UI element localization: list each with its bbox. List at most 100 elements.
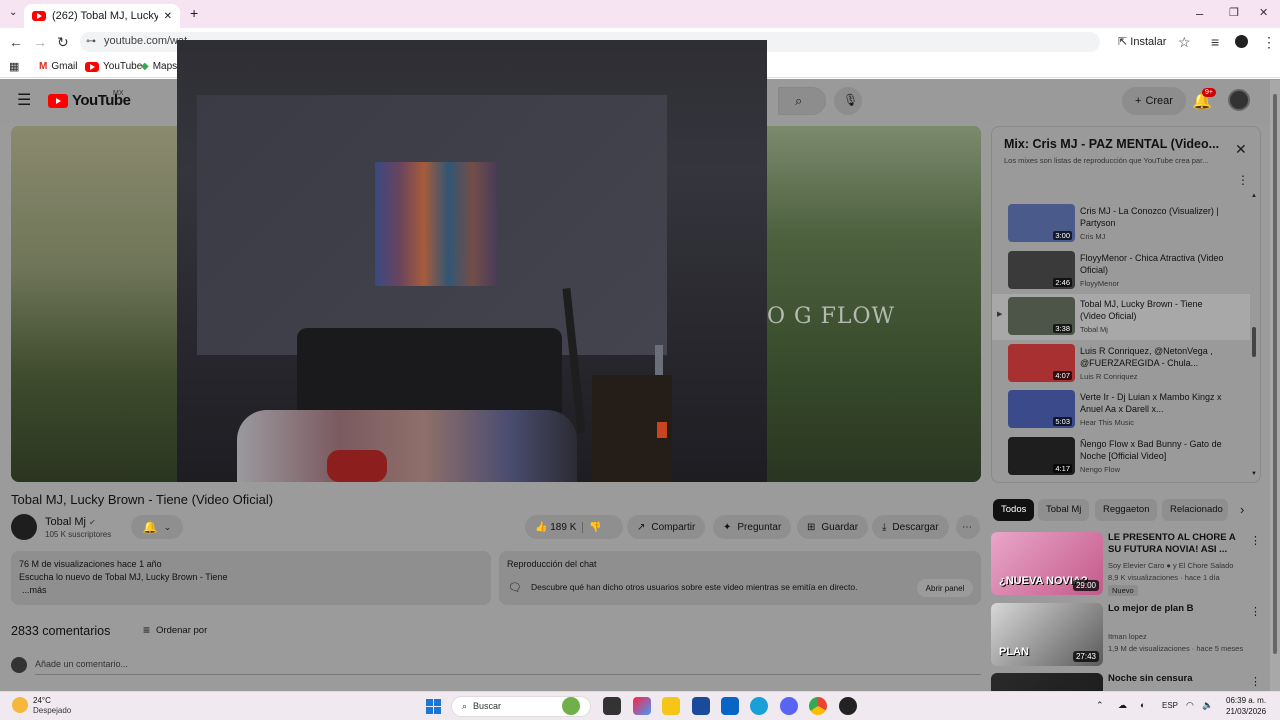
recommended-more-icon[interactable]: ⋮ bbox=[1250, 675, 1261, 688]
tray-cloud-icon[interactable]: ☁ bbox=[1118, 700, 1127, 711]
account-avatar[interactable] bbox=[1228, 89, 1250, 111]
recommended-duration: 27:43 bbox=[1072, 651, 1099, 662]
new-tab-icon[interactable]: + bbox=[190, 5, 198, 21]
download-button[interactable]: ⤓ Descargar bbox=[872, 515, 949, 539]
page-scrollbar-thumb[interactable] bbox=[1273, 94, 1277, 654]
add-comment-input[interactable]: Añade un comentario... bbox=[35, 659, 981, 675]
chrome-icon[interactable] bbox=[809, 697, 827, 715]
share-button[interactable]: ↗ Compartir bbox=[627, 515, 706, 539]
playlist-item[interactable]: 5:03 Verte Ir - Dj Luian x Mambo Kingz x … bbox=[992, 387, 1250, 433]
task-view-icon[interactable] bbox=[603, 697, 621, 715]
playlist-item[interactable]: ▶ 3:38 Tobal MJ, Lucky Brown - Tiene (Vide… bbox=[992, 294, 1250, 340]
voice-search-button[interactable]: 🎙 bbox=[834, 87, 862, 115]
bookmark-youtube[interactable]: YouTube bbox=[85, 61, 142, 72]
chips-next-chevron-icon[interactable]: › bbox=[1240, 502, 1244, 517]
browser-menu-icon[interactable]: ⋮ bbox=[1262, 34, 1276, 51]
like-button[interactable]: 👍 189 K bbox=[535, 522, 576, 533]
copilot-icon[interactable] bbox=[633, 697, 651, 715]
bookmark-gmail[interactable]: M Gmail bbox=[39, 61, 77, 72]
recommended-more-icon[interactable]: ⋮ bbox=[1250, 605, 1261, 618]
search-button[interactable]: ⌕ bbox=[778, 87, 826, 115]
playlist-scrollbar-thumb[interactable] bbox=[1252, 327, 1256, 357]
tray-chevron-icon[interactable]: ⌃ bbox=[1096, 700, 1104, 711]
file-explorer-icon[interactable] bbox=[662, 697, 680, 715]
chip-all[interactable]: Todos bbox=[993, 499, 1035, 521]
temperature[interactable]: 24°C bbox=[33, 696, 51, 705]
playlist-scroll-up-icon[interactable]: ▲ bbox=[1251, 193, 1257, 199]
playlist-title[interactable]: Mix: Cris MJ - PAZ MENTAL (Video... bbox=[1004, 137, 1219, 151]
chip-related[interactable]: Relacionado bbox=[1162, 499, 1228, 521]
close-window-icon[interactable]: ✕ bbox=[1259, 6, 1268, 19]
maximize-icon[interactable]: ❐ bbox=[1229, 6, 1239, 19]
apps-grid-icon[interactable]: ▦ bbox=[9, 60, 19, 73]
input-language[interactable]: ESP bbox=[1162, 701, 1178, 710]
playlist-scroll-down-icon[interactable]: ▼ bbox=[1251, 471, 1257, 477]
profile-avatar[interactable] bbox=[1235, 35, 1248, 48]
tab-list-chevron-icon[interactable]: ⌄ bbox=[9, 7, 17, 18]
bookmark-star-icon[interactable]: ☆ bbox=[1178, 34, 1191, 51]
wifi-icon[interactable]: ◠ bbox=[1186, 700, 1194, 711]
playlist-item[interactable]: 4:07 Luis R Conriquez, @NetonVega , @FUER… bbox=[992, 341, 1250, 387]
subscription-bell-button[interactable]: 🔔 ⌄ bbox=[131, 515, 183, 539]
store-icon[interactable] bbox=[692, 697, 710, 715]
close-tab-icon[interactable]: ✕ bbox=[164, 11, 172, 22]
reload-icon[interactable]: ↻ bbox=[57, 34, 69, 51]
recommended-more-icon[interactable]: ⋮ bbox=[1250, 534, 1261, 547]
tray-shield-icon[interactable]: ◐ bbox=[1140, 700, 1145, 710]
more-actions-button[interactable]: ⋯ bbox=[956, 515, 980, 539]
verified-check-icon: ✔ bbox=[89, 518, 96, 527]
site-info-icon[interactable]: ⊶ bbox=[86, 36, 96, 47]
description-text: Escucha lo nuevo de Tobal MJ, Lucky Brow… bbox=[19, 572, 228, 582]
view-stats: 76 M de visualizaciones hace 1 año bbox=[19, 559, 162, 569]
playlist-item[interactable]: 2:46 FloyyMenor - Chica Atractiva (Video … bbox=[992, 248, 1250, 294]
menu-hamburger-icon[interactable]: ☰ bbox=[17, 90, 31, 110]
recommended-video[interactable]: Noche sin censura ⋮ bbox=[991, 673, 1261, 691]
recommended-channel: Soy Elevier Caro ● y El Chore Salado bbox=[1108, 561, 1234, 570]
chip-channel[interactable]: Tobal Mj bbox=[1038, 499, 1090, 521]
chip-reggaeton[interactable]: Reggaeton bbox=[1095, 499, 1158, 521]
sort-comments-button[interactable]: ≡ Ordenar por bbox=[143, 623, 207, 637]
weather-condition[interactable]: Despejado bbox=[33, 706, 71, 715]
download-icon: ⤓ bbox=[882, 521, 887, 533]
bookmark-maps[interactable]: ◆ Maps bbox=[141, 61, 177, 72]
recommended-video[interactable]: ¿NUEVA NOVIA? 29:00 LE PRESENTO AL CHORE A… bbox=[991, 532, 1261, 602]
volume-icon[interactable]: 🔈 bbox=[1202, 700, 1213, 711]
channel-name[interactable]: Tobal Mj ✔ bbox=[45, 516, 96, 528]
playlist-item[interactable]: 3:00 Cris MJ - La Conozco (Visualizer) | … bbox=[992, 201, 1250, 247]
dislike-button[interactable]: 👎 bbox=[582, 521, 602, 533]
description-box[interactable]: 76 M de visualizaciones hace 1 año Escuc… bbox=[11, 551, 491, 605]
channel-avatar[interactable] bbox=[11, 514, 37, 540]
start-button[interactable] bbox=[426, 699, 441, 714]
show-more-link[interactable]: ...más bbox=[19, 584, 483, 597]
weather-sun-icon[interactable] bbox=[12, 697, 28, 713]
recommended-video[interactable]: PLAN 27:43 Lo mejor de plan B Itman lopez 1,… bbox=[991, 603, 1261, 673]
reading-list-icon[interactable]: ≡ bbox=[1211, 34, 1219, 50]
close-playlist-icon[interactable]: ✕ bbox=[1235, 141, 1247, 158]
minimize-icon[interactable]: – bbox=[1196, 6, 1203, 21]
discord-icon[interactable] bbox=[780, 697, 798, 715]
edge-icon[interactable] bbox=[750, 697, 768, 715]
install-app-button[interactable]: ⇱ Instalar bbox=[1118, 35, 1166, 48]
playlist-item[interactable]: 4:17 Ñengo Flow x Bad Bunny - Gato de Noc… bbox=[992, 434, 1250, 480]
webcam-overlay-window[interactable] bbox=[177, 40, 767, 482]
browser-tab-bar: ⌄ (262) Tobal MJ, Lucky Brown - ✕ + – ❐ … bbox=[0, 0, 1280, 28]
forward-icon[interactable]: → bbox=[33, 34, 47, 50]
webcam-blanket bbox=[237, 410, 577, 482]
playlist-item-channel: Tobal Mj bbox=[1080, 325, 1108, 334]
obs-icon[interactable] bbox=[839, 697, 857, 715]
create-button[interactable]: + Crear bbox=[1122, 87, 1186, 115]
playlist-more-icon[interactable]: ⋮ bbox=[1237, 173, 1249, 187]
browser-tab[interactable]: (262) Tobal MJ, Lucky Brown - ✕ bbox=[24, 4, 180, 28]
taskbar-clock[interactable]: 06:39 a. m. 21/03/2026 bbox=[1226, 695, 1266, 717]
widgets-app-icon[interactable] bbox=[562, 697, 580, 715]
open-chat-panel-button[interactable]: Abrir panel bbox=[917, 579, 973, 597]
save-button[interactable]: ⊞ Guardar bbox=[797, 515, 869, 539]
youtube-icon bbox=[85, 61, 99, 72]
back-icon[interactable]: ← bbox=[9, 34, 23, 50]
gmail-icon: M bbox=[39, 61, 48, 72]
outlook-icon[interactable] bbox=[721, 697, 739, 715]
tab-title: (262) Tobal MJ, Lucky Brown - bbox=[52, 10, 158, 22]
playlist-item-title: Ñengo Flow x Bad Bunny - Gato de Noche [… bbox=[1080, 438, 1222, 461]
ask-button[interactable]: ✦ Preguntar bbox=[713, 515, 792, 539]
playlist-item-channel: FloyyMenor bbox=[1080, 278, 1120, 288]
